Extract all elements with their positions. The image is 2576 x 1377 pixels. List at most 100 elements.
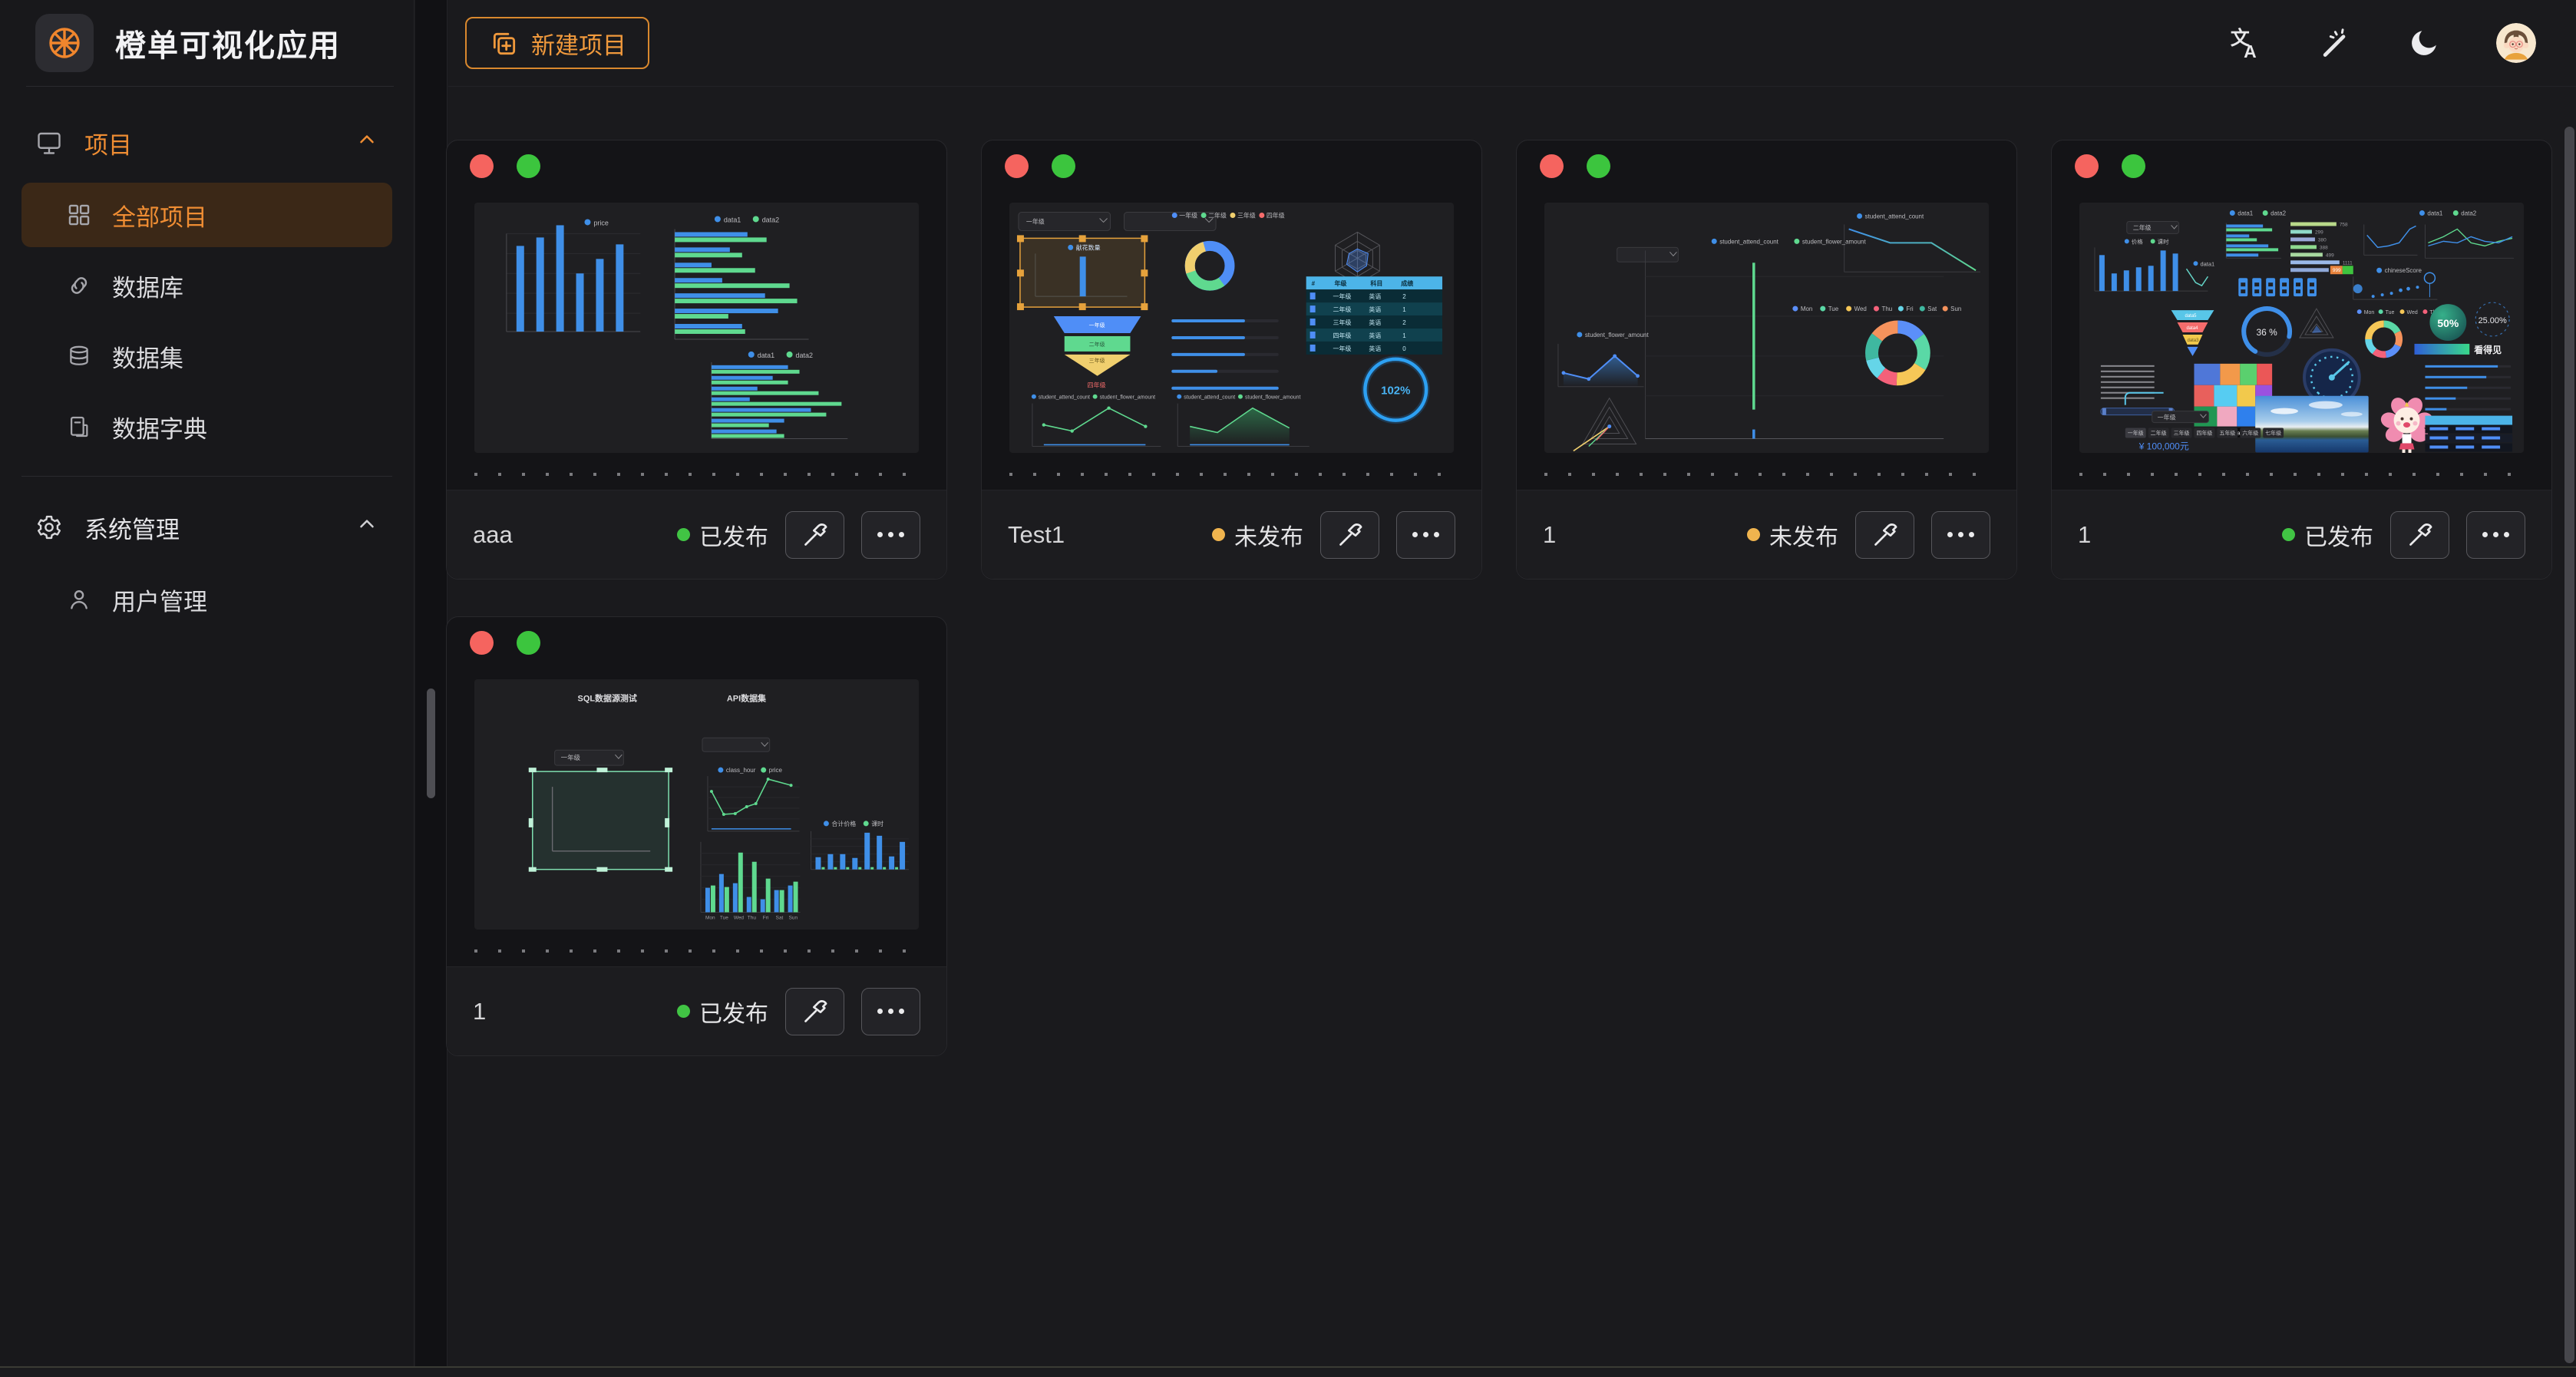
red-dot (470, 631, 494, 655)
svg-text:五年级: 五年级 (2219, 430, 2235, 437)
svg-text:Thu: Thu (1881, 305, 1892, 312)
red-dot (470, 154, 494, 178)
svg-text:data1: data1 (758, 352, 774, 359)
svg-text:50%: 50% (2437, 317, 2459, 329)
sidebar-item-dataset[interactable]: 数据集 (21, 324, 392, 388)
project-card[interactable]: 一年级 献花数量 一年级 (981, 140, 1482, 580)
svg-text:Mon: Mon (1801, 305, 1813, 312)
status-dot (1212, 528, 1225, 541)
svg-text:25.00%: 25.00% (2479, 316, 2507, 325)
new-project-label: 新建项目 (531, 26, 626, 61)
svg-text:class_hour: class_hour (726, 767, 756, 774)
sidebar-section-divider (21, 476, 392, 477)
svg-text:1: 1 (1402, 306, 1406, 313)
card-footer: 1 未发布 (1517, 490, 2016, 579)
svg-text:data1: data1 (2200, 260, 2214, 267)
project-card[interactable]: price data1 data2 (446, 140, 947, 580)
vertical-scrollbar-thumb[interactable] (2564, 127, 2574, 1363)
more-actions-button[interactable] (1931, 511, 1990, 559)
svg-text:data4: data4 (2187, 326, 2199, 331)
status-dot (677, 1005, 690, 1018)
svg-text:四年级: 四年级 (2196, 430, 2212, 437)
edit-project-button[interactable] (1855, 511, 1914, 559)
svg-text:英语: 英语 (1369, 332, 1381, 339)
svg-text:课时: 课时 (871, 820, 883, 827)
project-thumbnail[interactable]: price data1 data2 (474, 203, 919, 453)
svg-text:0: 0 (1402, 345, 1406, 352)
svg-text:二年级: 二年级 (2133, 223, 2152, 231)
app-root: 橙单可视化应用 项目 (0, 0, 2576, 1377)
status-dot (1747, 528, 1760, 541)
edit-project-button[interactable] (1320, 511, 1379, 559)
svg-text:388: 388 (2320, 245, 2328, 250)
sidebar-item-database[interactable]: 数据库 (21, 253, 392, 318)
svg-text:三年级: 三年级 (2174, 430, 2190, 437)
svg-text:二年级: 二年级 (2151, 430, 2167, 437)
edit-project-button[interactable] (2390, 511, 2449, 559)
bottom-scrollbar-track[interactable] (0, 1366, 2576, 1377)
sidebar-item-user-management[interactable]: 用户管理 (21, 567, 392, 632)
svg-text:1: 1 (1402, 332, 1406, 339)
svg-text:data2: data2 (762, 216, 779, 223)
project-name: 1 (473, 998, 486, 1025)
svg-text:二年级: 二年级 (1333, 305, 1352, 313)
svg-text:36 %: 36 % (2257, 327, 2278, 338)
chevron-up-icon[interactable] (355, 513, 378, 542)
svg-text:Thu: Thu (748, 915, 757, 920)
more-actions-button[interactable] (861, 511, 920, 559)
avatar[interactable] (2496, 23, 2536, 63)
sidebar-group-projects[interactable]: 项目 (0, 109, 414, 177)
language-icon[interactable]: 文 A (2228, 25, 2263, 61)
svg-text:data1: data1 (724, 216, 741, 223)
project-thumbnail[interactable]: SQL数据源测试 API数据集 一年级 (474, 679, 919, 930)
magic-wand-icon[interactable] (2318, 26, 2352, 60)
green-dot (517, 154, 540, 178)
more-actions-button[interactable] (2466, 511, 2525, 559)
svg-text:2: 2 (1402, 319, 1406, 326)
status-dot (677, 528, 690, 541)
svg-text:Tue: Tue (720, 915, 728, 920)
more-actions-button[interactable] (861, 988, 920, 1035)
edit-project-button[interactable] (785, 511, 844, 559)
moon-icon[interactable] (2407, 26, 2441, 60)
svg-text:英语: 英语 (1369, 305, 1381, 313)
project-card[interactable]: data1 data2 data1 data2 二年级 价格 课时 (2051, 140, 2552, 580)
sidebar-item-data-dictionary[interactable]: 数据字典 (21, 395, 392, 459)
more-actions-button[interactable] (1396, 511, 1455, 559)
project-thumbnail[interactable]: 一年级 献花数量 一年级 (1009, 203, 1454, 453)
sidebar-scrollbar-thumb[interactable] (427, 688, 435, 798)
new-project-button[interactable]: 新建项目 (465, 17, 649, 69)
svg-text:价格: 价格 (2132, 237, 2143, 245)
svg-text:data1: data1 (2237, 210, 2254, 217)
svg-text:student_attend_count: student_attend_count (1719, 238, 1778, 245)
project-name: aaa (473, 521, 513, 549)
svg-text:英语: 英语 (1369, 292, 1381, 300)
svg-text:一年级: 一年级 (2128, 430, 2144, 437)
project-card[interactable]: SQL数据源测试 API数据集 一年级 (446, 616, 947, 1056)
user-icon (66, 586, 92, 613)
svg-text:299: 299 (2315, 230, 2323, 235)
sidebar-group-system[interactable]: 系统管理 (0, 494, 414, 561)
edit-project-button[interactable] (785, 988, 844, 1035)
svg-text:Sat: Sat (1927, 305, 1937, 312)
sidebar-item-label: 全部项目 (112, 198, 207, 233)
svg-text:献花数量: 献花数量 (1076, 243, 1101, 251)
project-thumbnail[interactable]: student_attend_count student_attend_coun… (1544, 203, 1989, 453)
green-dot (517, 631, 540, 655)
sidebar-item-all-projects[interactable]: 全部项目 (21, 183, 392, 247)
svg-text:成绩: 成绩 (1401, 279, 1413, 287)
svg-text:英语: 英语 (1369, 345, 1381, 352)
chevron-up-icon[interactable] (355, 128, 378, 157)
svg-text:Wed: Wed (1854, 305, 1867, 312)
project-thumbnail[interactable]: data1 data2 data1 data2 二年级 价格 课时 (2079, 203, 2524, 453)
red-dot (2075, 154, 2099, 178)
svg-text:380: 380 (2318, 237, 2327, 243)
orange-wheel-icon (46, 25, 83, 61)
hammer-icon (800, 520, 831, 550)
svg-text:student_flower_amount: student_flower_amount (1245, 395, 1301, 401)
svg-text:499: 499 (2326, 253, 2334, 258)
project-card[interactable]: student_attend_count student_attend_coun… (1516, 140, 2017, 580)
svg-text:Fri: Fri (763, 915, 769, 920)
svg-text:data5: data5 (2185, 314, 2198, 319)
status-badge: 已发布 (2282, 518, 2373, 552)
